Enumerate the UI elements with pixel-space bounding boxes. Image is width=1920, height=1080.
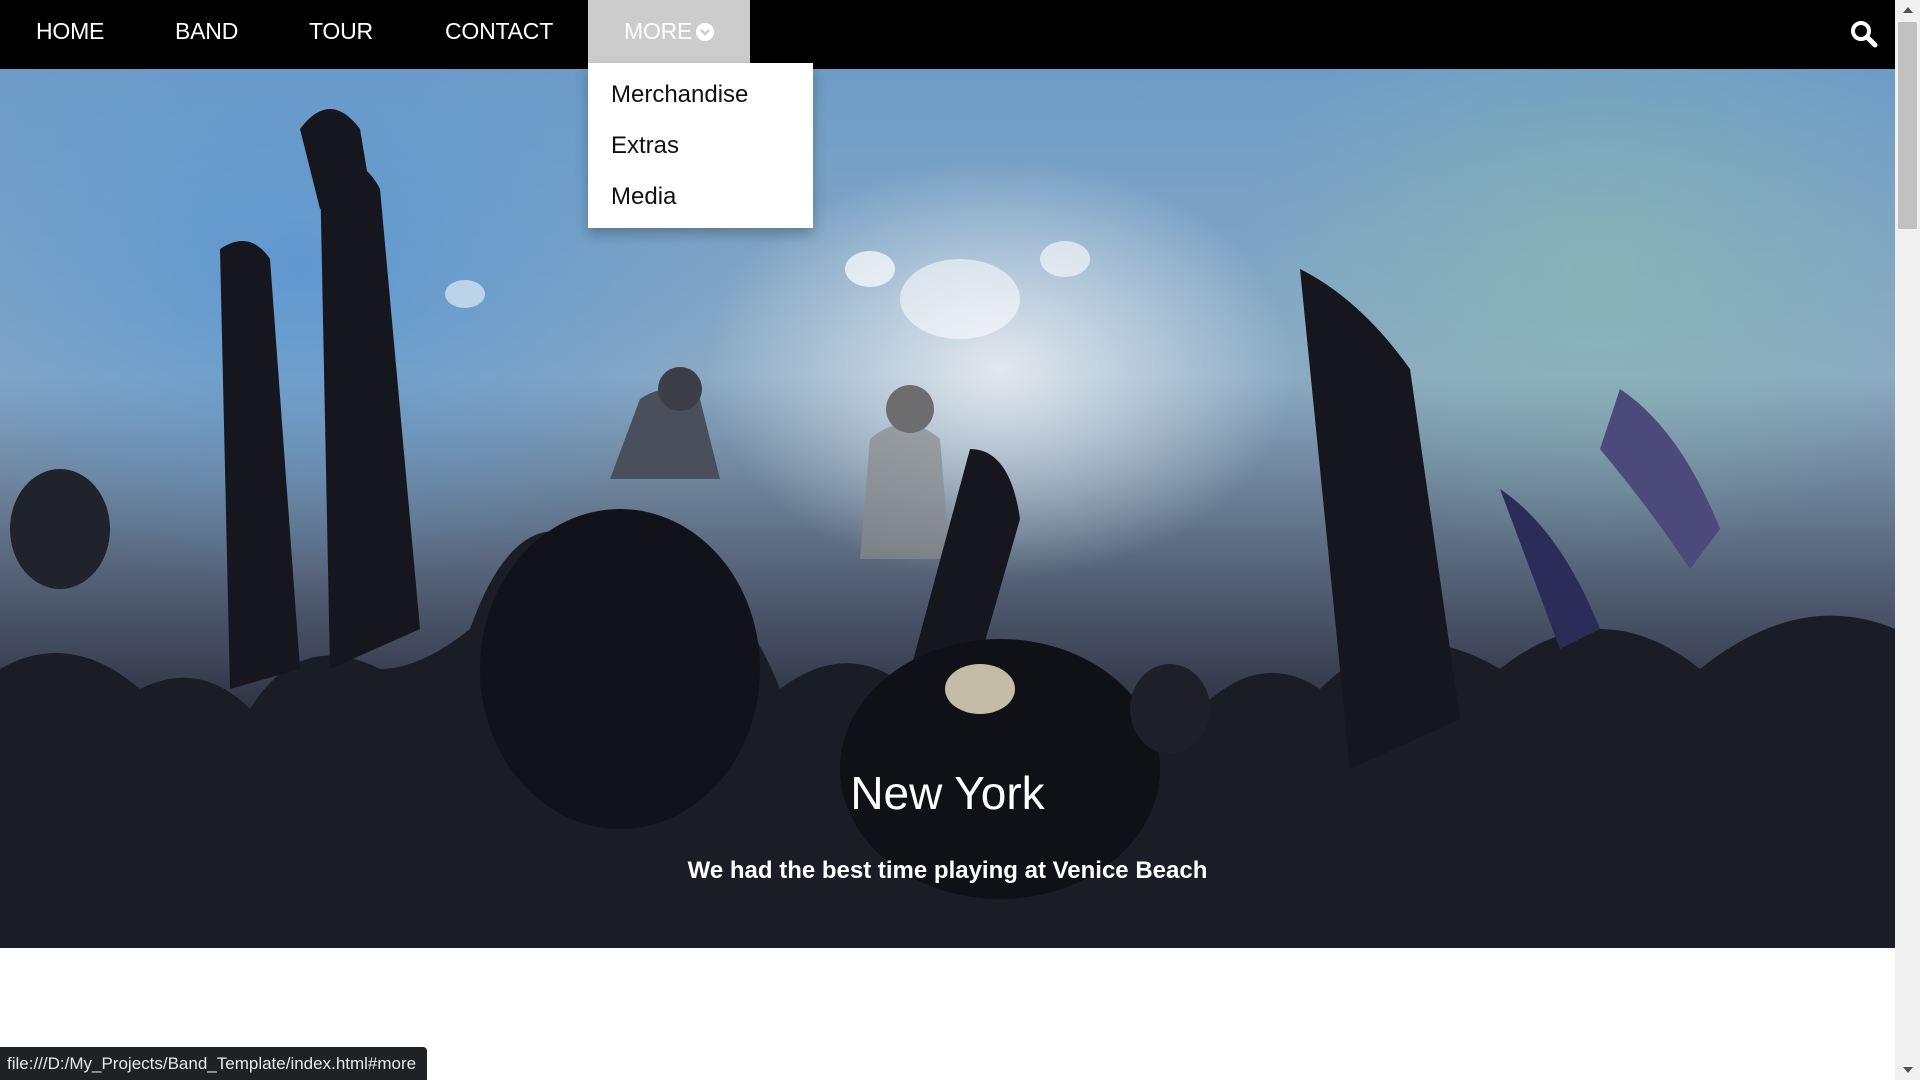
nav-home-label: HOME — [36, 18, 105, 44]
top-navbar: HOME BAND TOUR CONTACT MORE — [0, 0, 1895, 69]
more-dropdown-menu: Merchandise Extras Media — [588, 63, 813, 228]
nav-tour[interactable]: TOUR — [273, 0, 409, 63]
dropdown-item-extras[interactable]: Extras — [588, 120, 813, 171]
search-icon[interactable] — [1849, 19, 1879, 49]
link-status-bar: file:///D:/My_Projects/Band_Template/ind… — [0, 1047, 428, 1080]
hero-banner: New York We had the best time playing at… — [0, 69, 1895, 948]
nav-tour-label: TOUR — [309, 18, 373, 44]
dropdown-item-merchandise[interactable]: Merchandise — [588, 69, 813, 120]
nav-more-label: MORE — [624, 18, 693, 44]
nav-band-label: BAND — [175, 18, 239, 44]
nav-band[interactable]: BAND — [139, 0, 274, 63]
nav-contact[interactable]: CONTACT — [409, 0, 589, 63]
nav-home[interactable]: HOME — [0, 0, 140, 63]
scroll-down-arrow-icon[interactable] — [1895, 1060, 1920, 1080]
scroll-up-arrow-icon[interactable] — [1895, 0, 1920, 20]
dropdown-item-media[interactable]: Media — [588, 171, 813, 222]
hero-subtitle: We had the best time playing at Venice B… — [687, 857, 1208, 884]
hero-title: New York — [850, 767, 1045, 819]
nav-contact-label: CONTACT — [445, 18, 554, 44]
scrollbar-thumb[interactable] — [1898, 22, 1917, 229]
chevron-circle-down-icon — [696, 22, 715, 41]
vertical-scrollbar[interactable] — [1895, 0, 1920, 1080]
nav-more[interactable]: MORE — [588, 0, 750, 63]
